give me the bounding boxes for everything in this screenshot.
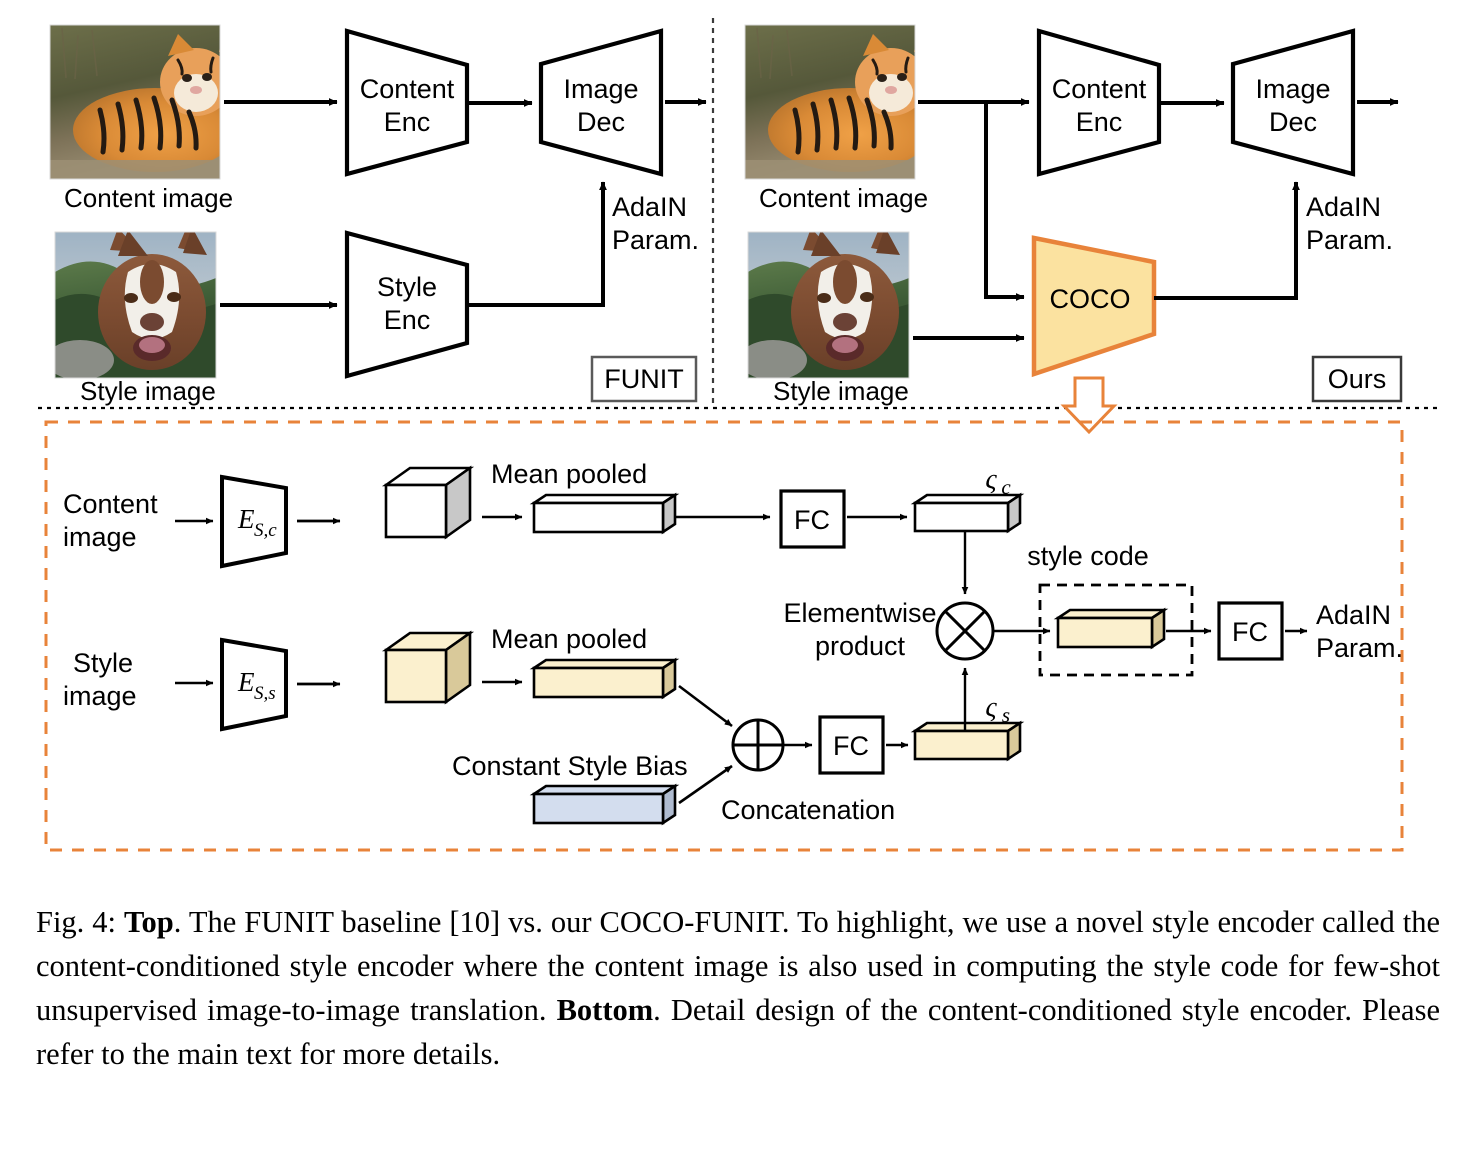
detail-constant-style-bias-bar <box>529 783 680 826</box>
funit-style-encoder-line1: Style <box>377 272 437 302</box>
detail-content-encoder-subscript: S,c <box>254 520 277 541</box>
funit-style-encoder-line2: Enc <box>384 305 431 335</box>
detail-zeta-s-bar <box>910 720 1025 762</box>
detail-elementwise-label-line1: Elementwise <box>783 598 936 628</box>
detail-fc-content: FC <box>779 489 846 549</box>
ours-style-image-label: Style image <box>773 376 909 406</box>
detail-fc-style: FC <box>818 715 885 775</box>
detail-style-encoder-symbol: E <box>237 667 255 697</box>
figure-caption: Fig. 4: Top. The FUNIT baseline [10] vs.… <box>36 900 1440 1076</box>
ours-image-decoder-line1: Image <box>1255 74 1330 104</box>
detail-zeta-s-symbol: ς <box>985 692 997 723</box>
detail-zeta-c-bar <box>910 492 1025 534</box>
ours-coco-module: COCO <box>1031 235 1157 378</box>
detail-fc-content-label: FC <box>794 505 830 535</box>
caption-bold-bottom: Bottom <box>556 993 654 1027</box>
funit-image-decoder-line2: Dec <box>577 107 625 137</box>
detail-content-style-encoder: E S,c <box>220 474 288 569</box>
detail-style-style-encoder: E S,s <box>220 637 288 732</box>
detail-fc-output-label: FC <box>1232 617 1268 647</box>
funit-panel: Content image Style image Content Enc Im… <box>49 24 707 406</box>
ours-content-image-label: Content image <box>759 183 928 213</box>
detail-concatenation-label: Concatenation <box>721 795 895 825</box>
detail-zeta-c-symbol: ς <box>985 464 997 495</box>
detail-content-pooled-bar <box>529 492 680 535</box>
detail-style-encoder-subscript: S,s <box>254 683 276 704</box>
funit-image-decoder-line1: Image <box>563 74 638 104</box>
funit-style-image-label: Style image <box>80 376 216 406</box>
detail-content-image-label-line1: Content <box>63 489 158 519</box>
caption-bold-top: Top <box>124 905 174 939</box>
ours-content-encoder-line2: Enc <box>1076 107 1123 137</box>
funit-tag-label: FUNIT <box>604 364 683 394</box>
detail-mean-pooled-content-label: Mean pooled <box>491 459 647 489</box>
funit-content-encoder-line2: Enc <box>384 107 431 137</box>
funit-content-encoder: Content Enc <box>344 28 470 177</box>
detail-style-feature-cube <box>381 630 475 705</box>
detail-zeta-s-subscript: s <box>1002 703 1010 727</box>
caption-prefix: Fig. 4: <box>36 905 124 939</box>
detail-adain-label-line1: AdaIN <box>1316 600 1391 630</box>
detail-adain-label-line2: Param. <box>1316 633 1403 663</box>
detail-fc-style-label: FC <box>833 731 869 761</box>
ours-adain-label-line2: Param. <box>1306 225 1393 255</box>
detail-zeta-c-subscript: c <box>1001 475 1011 499</box>
detail-style-pooled-bar <box>529 657 680 700</box>
ours-image-decoder-line2: Dec <box>1269 107 1317 137</box>
detail-fc-output: FC <box>1217 601 1284 661</box>
funit-style-image-thumbnail <box>54 231 217 379</box>
ours-style-image-thumbnail <box>747 231 910 379</box>
ours-content-encoder: Content Enc <box>1036 28 1162 177</box>
ours-adain-label-line1: AdaIN <box>1306 192 1381 222</box>
ours-tag-label: Ours <box>1328 364 1387 394</box>
detail-constant-style-bias-label: Constant Style Bias <box>452 751 688 781</box>
detail-concatenation-operator <box>731 718 785 772</box>
detail-style-image-label-line2: image <box>63 681 137 711</box>
funit-content-image-label: Content image <box>64 183 233 213</box>
detail-style-image-label-line1: Style <box>73 648 133 678</box>
detail-mean-pooled-style-label: Mean pooled <box>491 624 647 654</box>
ours-content-encoder-line1: Content <box>1052 74 1147 104</box>
ours-tag-box: Ours <box>1311 355 1403 403</box>
detail-panel: Content image E S,c Mean pooled FC ς c S… <box>44 420 1404 852</box>
ours-image-decoder: Image Dec <box>1230 28 1356 177</box>
detail-elementwise-product-operator <box>935 601 995 661</box>
figure-diagram: Content image Style image Content Enc Im… <box>0 0 1474 888</box>
funit-style-encoder: Style Enc <box>344 230 470 379</box>
funit-adain-label-line1: AdaIN <box>612 192 687 222</box>
detail-content-encoder-symbol: E <box>237 504 255 534</box>
ours-panel: Content image Style image Content Enc Im… <box>744 24 1403 435</box>
detail-style-code-label: style code <box>1027 541 1149 571</box>
funit-tag-box: FUNIT <box>590 355 698 403</box>
detail-concat-arrows <box>678 684 733 805</box>
detail-content-feature-cube <box>381 465 475 540</box>
funit-image-decoder: Image Dec <box>538 28 664 177</box>
ours-coco-label: COCO <box>1050 284 1131 314</box>
detail-elementwise-label-line2: product <box>815 631 906 661</box>
detail-style-code-bar <box>1053 607 1169 650</box>
coco-expand-arrow-icon <box>1060 376 1118 435</box>
ours-content-image-thumbnail <box>744 24 916 180</box>
detail-content-image-label-line2: image <box>63 522 137 552</box>
funit-adain-label-line2: Param. <box>612 225 699 255</box>
panel-dividers <box>38 18 1440 410</box>
funit-content-image-thumbnail <box>49 24 221 180</box>
funit-content-encoder-line1: Content <box>360 74 455 104</box>
